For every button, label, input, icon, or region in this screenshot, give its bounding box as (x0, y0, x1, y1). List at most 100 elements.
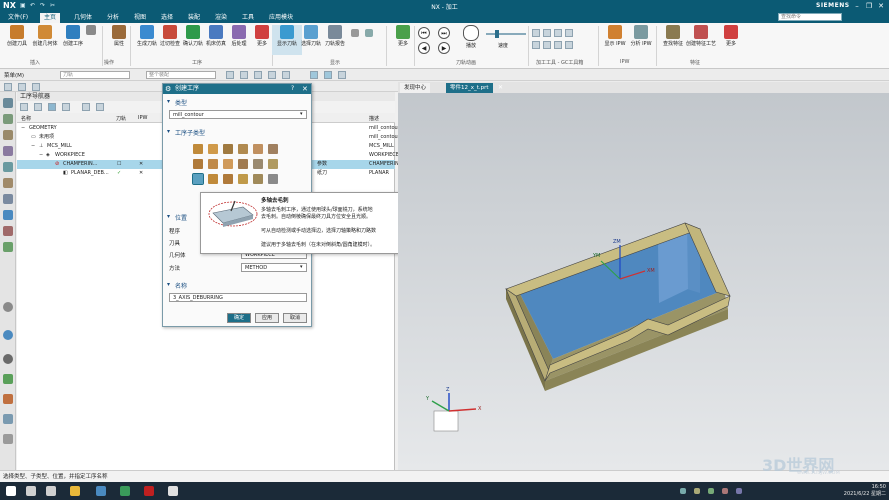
chevron-down-icon[interactable]: ▾ (167, 213, 170, 220)
menu-application[interactable]: 应用模块 (265, 13, 297, 23)
operation-type-icon[interactable] (223, 174, 233, 184)
collapse-icon[interactable]: − (21, 124, 25, 133)
operation-type-icon[interactable] (238, 174, 248, 184)
nav-view-icon[interactable] (18, 83, 26, 91)
operation-type-icon[interactable] (208, 144, 218, 154)
resource-icon[interactable] (3, 114, 13, 124)
snap-icon[interactable] (282, 71, 290, 79)
operation-type-icon[interactable] (268, 159, 278, 169)
resource-icon[interactable] (3, 330, 13, 340)
type-select[interactable]: mill_contour (169, 110, 307, 119)
resource-icon[interactable] (3, 210, 13, 220)
menu-tools[interactable]: 工具 (238, 13, 258, 23)
app-icon[interactable] (96, 486, 106, 496)
resource-icon[interactable] (3, 162, 13, 172)
operation-type-icon[interactable] (268, 174, 278, 184)
operation-type-icon[interactable] (208, 159, 218, 169)
gc-toolbox-icons[interactable] (532, 29, 584, 53)
chevron-down-icon[interactable]: ▾ (167, 98, 170, 105)
restore-icon[interactable]: ❐ (864, 1, 874, 11)
method-view-icon[interactable] (62, 103, 70, 111)
deburring-icon[interactable] (192, 173, 204, 185)
render-icon[interactable] (338, 71, 346, 79)
menu-view[interactable]: 视图 (130, 13, 150, 23)
tab-part-file[interactable]: 零件12_x_t.prt (446, 83, 493, 93)
menu-analysis[interactable]: 分析 (103, 13, 123, 23)
filter-combo[interactable]: 刀轨 (60, 71, 130, 79)
nav-view-icon[interactable] (4, 83, 12, 91)
resource-icon[interactable] (3, 146, 13, 156)
gc-tool-icon[interactable] (554, 29, 562, 37)
toolpath-report-button[interactable]: 刀轨报告 (320, 25, 350, 55)
operation-type-icon[interactable] (253, 144, 263, 154)
resource-icon[interactable] (3, 130, 13, 140)
snap-icon[interactable] (268, 71, 276, 79)
resource-icon[interactable] (3, 414, 13, 424)
ok-button[interactable]: 确定 (227, 313, 251, 323)
gc-tool-icon[interactable] (565, 41, 573, 49)
operation-type-icon[interactable] (253, 159, 263, 169)
resource-icon[interactable] (3, 434, 13, 444)
feature-more-button[interactable]: 更多 (716, 25, 746, 55)
create-geometry-button[interactable]: 创建几何体 (30, 25, 60, 55)
col-name[interactable]: 名称 (21, 115, 31, 122)
tray-icon[interactable] (708, 488, 714, 494)
search-icon[interactable] (26, 486, 36, 496)
menu-render[interactable]: 渲染 (211, 13, 231, 23)
file-explorer-icon[interactable] (70, 486, 80, 496)
command-search-input[interactable]: 查找命令 (778, 13, 842, 21)
insert-more-button[interactable] (82, 25, 100, 55)
close-icon[interactable]: ✕ (876, 1, 886, 11)
gc-tool-icon[interactable] (543, 41, 551, 49)
display-extra-icon[interactable] (362, 29, 376, 59)
clock[interactable]: 16:50 2021/6/22 星期二 (830, 484, 886, 498)
windows-start-icon[interactable] (6, 486, 16, 496)
collapse-icon[interactable]: − (39, 151, 43, 160)
operation-type-icon[interactable] (238, 144, 248, 154)
menu-home[interactable]: 主页 (40, 13, 61, 23)
selection-icon[interactable] (226, 71, 234, 79)
menu-file[interactable]: 文件(F) (4, 13, 32, 23)
col-ipw[interactable]: IPW (138, 115, 147, 121)
operation-type-icon[interactable] (223, 144, 233, 154)
filter-icon[interactable] (82, 103, 90, 111)
geometry-view-icon[interactable] (48, 103, 56, 111)
gc-tool-icon[interactable] (532, 29, 540, 37)
menu-assembly[interactable]: 装配 (184, 13, 204, 23)
resource-icon[interactable] (3, 394, 13, 404)
resource-icon[interactable] (3, 178, 13, 188)
task-view-icon[interactable] (46, 486, 56, 496)
gc-tool-icon[interactable] (532, 41, 540, 49)
graphics-window[interactable]: ZM YM XM Z Y X (398, 93, 889, 470)
nav-view-icon[interactable] (32, 83, 40, 91)
operation-name-input[interactable]: 3_AXIS_DEBURRING (169, 293, 307, 302)
operation-type-icon[interactable] (253, 174, 263, 184)
gc-tool-icon[interactable] (565, 29, 573, 37)
gc-tool-icon[interactable] (554, 41, 562, 49)
clock-icon[interactable] (3, 354, 13, 364)
col-toolpath[interactable]: 刀轨 (116, 115, 126, 122)
cancel-button[interactable]: 取消 (283, 313, 307, 323)
step-forward-icon[interactable]: ⏭ (438, 27, 450, 39)
minimize-icon[interactable]: – (852, 1, 862, 11)
tray-icon[interactable] (736, 488, 742, 494)
operation-type-icon[interactable] (208, 174, 218, 184)
chevron-down-icon[interactable]: ▾ (167, 281, 170, 288)
col-description[interactable]: 描述 (369, 115, 379, 122)
resource-icon[interactable] (3, 194, 13, 204)
gc-tool-icon[interactable] (543, 29, 551, 37)
machine-view-icon[interactable] (34, 103, 42, 111)
display-dropdown-icon[interactable] (348, 29, 362, 59)
menu-select[interactable]: 选择 (157, 13, 177, 23)
filter-icon[interactable] (96, 103, 104, 111)
menu-geometry[interactable]: 几何体 (70, 13, 96, 23)
speed-slider[interactable] (486, 33, 526, 35)
close-icon[interactable]: ✕ (302, 85, 308, 93)
create-tool-button[interactable]: 创建刀具 (2, 25, 32, 55)
assembly-combo[interactable]: 整个装配 (146, 71, 216, 79)
nx-taskbar-icon[interactable] (144, 486, 154, 496)
tray-icon[interactable] (694, 488, 700, 494)
operation-type-icon[interactable] (193, 144, 203, 154)
speed-slider-handle[interactable] (495, 30, 499, 38)
menu-button[interactable]: 菜单(M) (4, 71, 24, 79)
